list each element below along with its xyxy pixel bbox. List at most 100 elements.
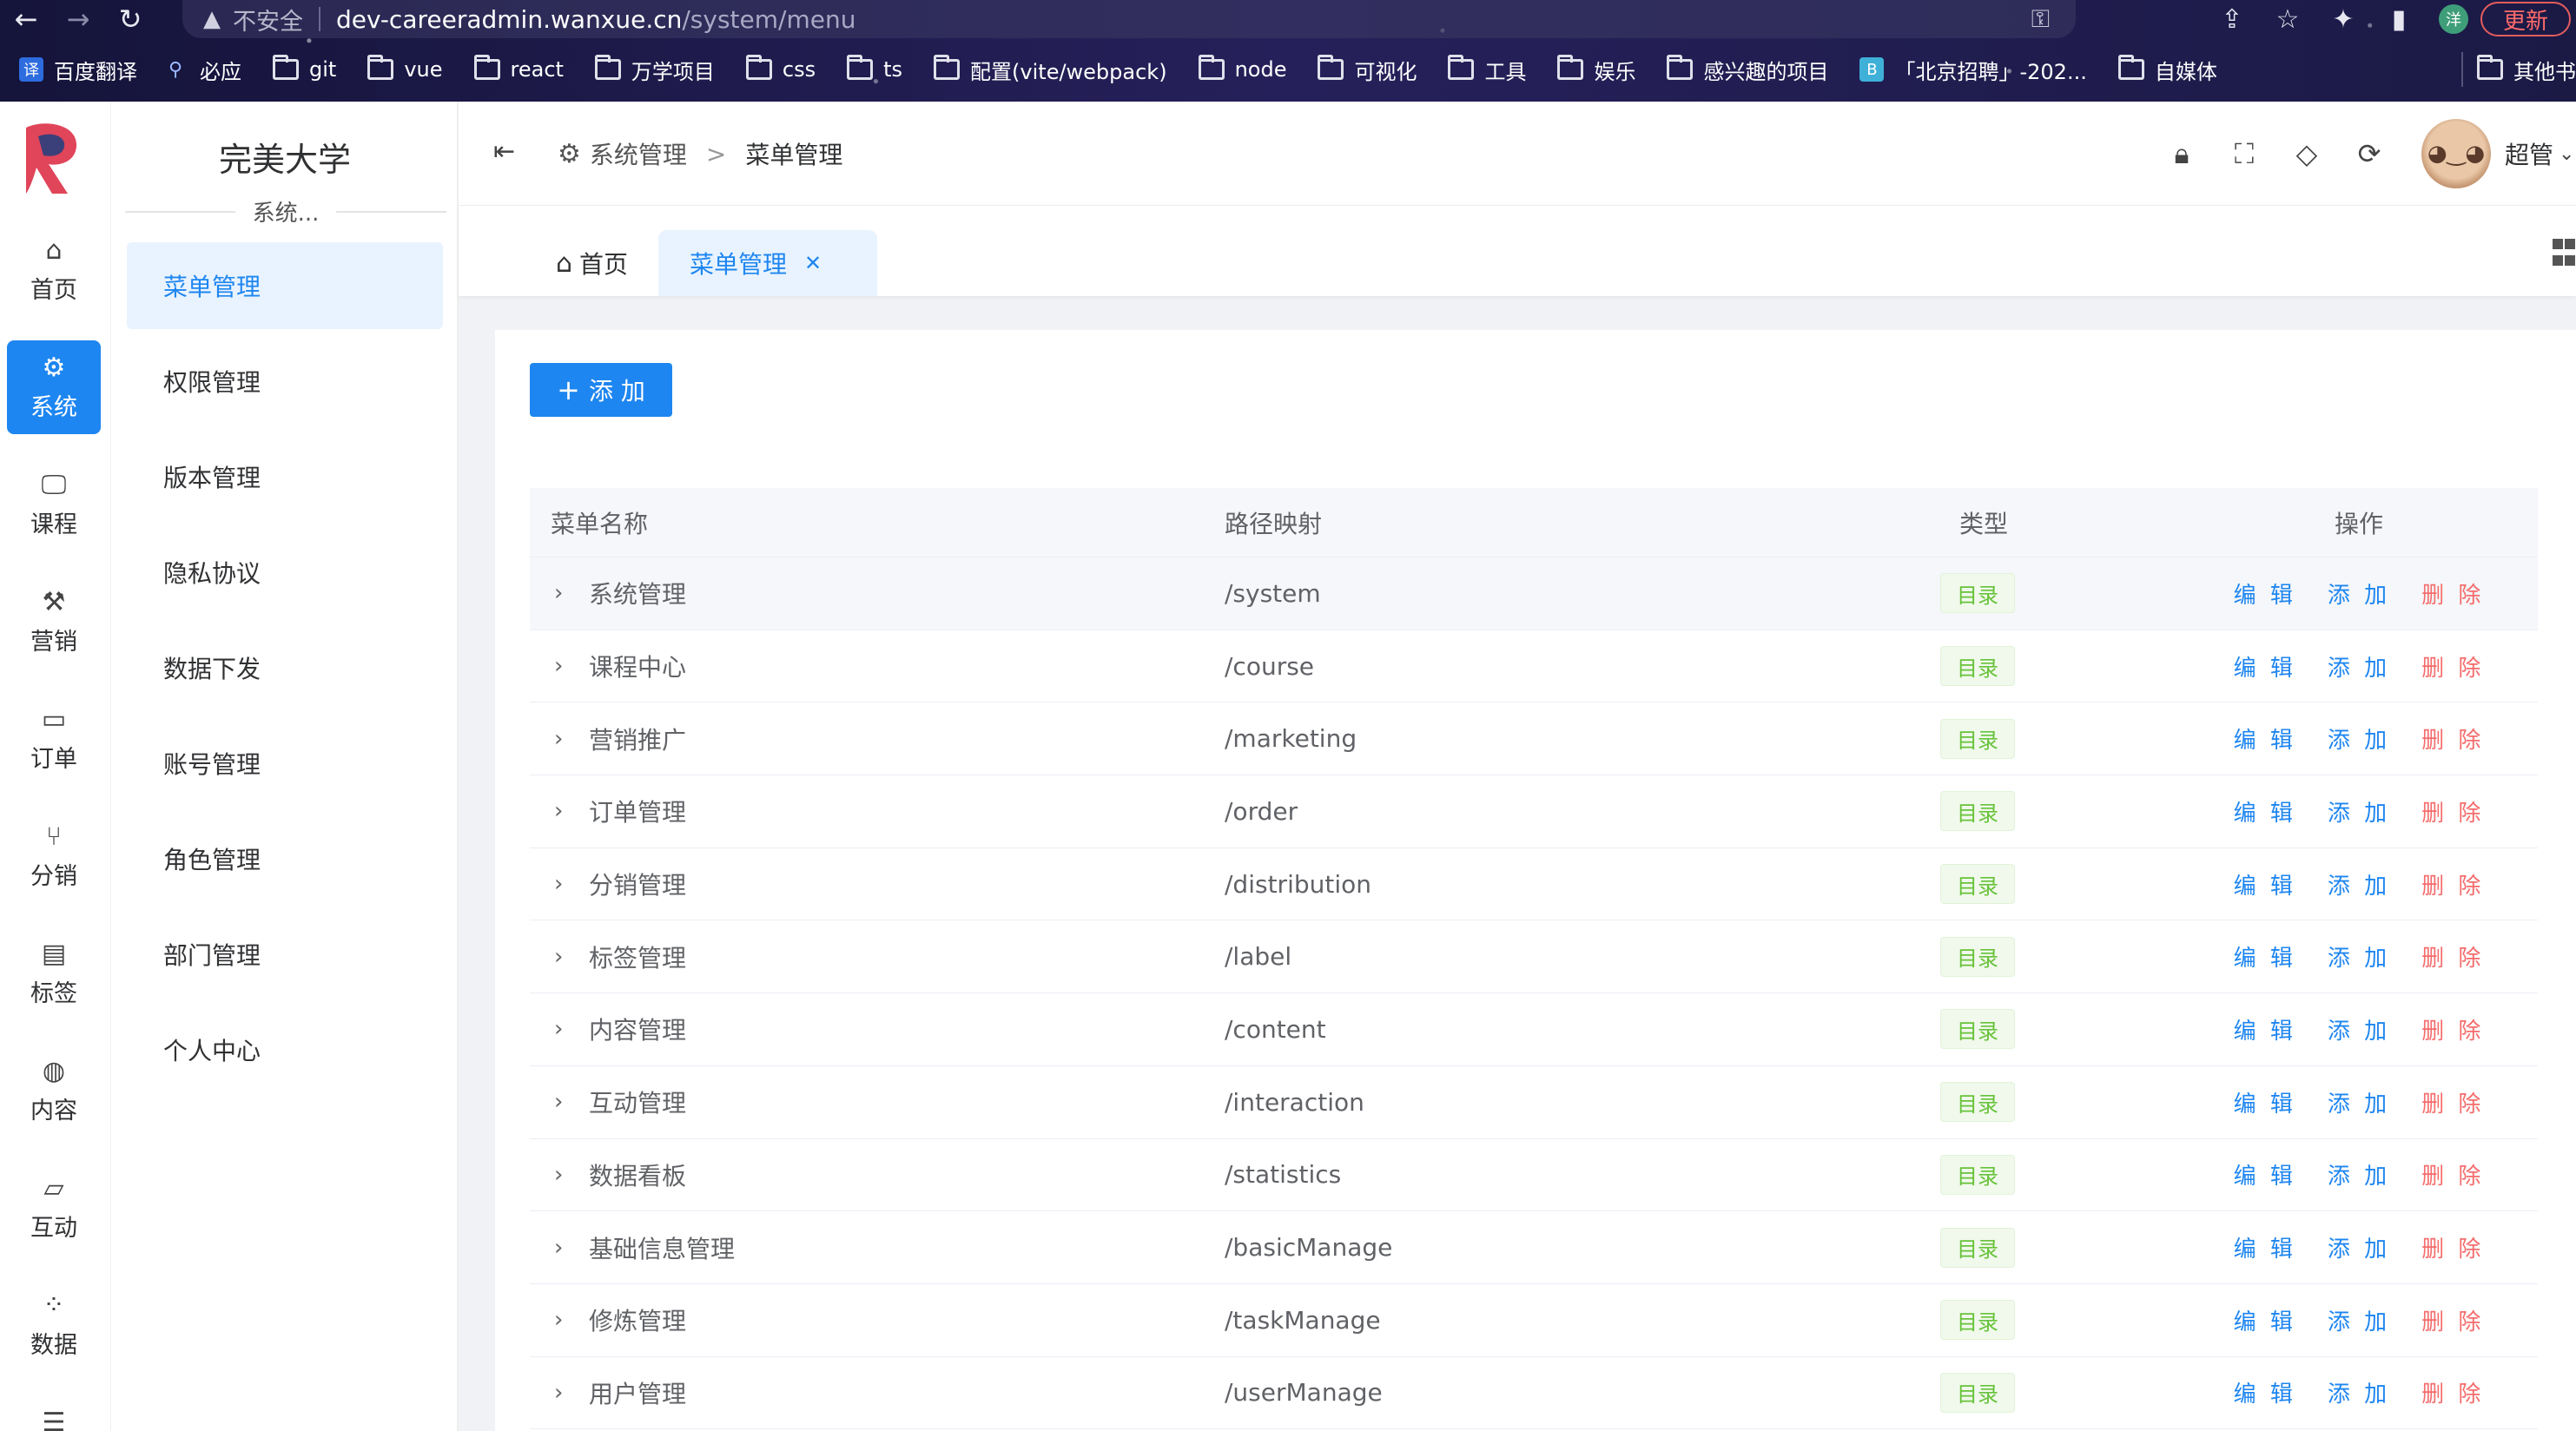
- avatar[interactable]: ◕‿◕: [2421, 119, 2491, 188]
- submenu-item[interactable]: 版本管理: [127, 433, 443, 520]
- delete-button[interactable]: 删 除: [2421, 868, 2484, 900]
- chevron-right-icon[interactable]: ›: [551, 1380, 589, 1406]
- edit-button[interactable]: 编 辑: [2234, 1231, 2296, 1263]
- bookmark-item[interactable]: ts: [847, 55, 902, 82]
- edit-button[interactable]: 编 辑: [2234, 1304, 2296, 1336]
- submenu-item[interactable]: 隐私协议: [127, 529, 443, 616]
- chevron-right-icon[interactable]: ›: [551, 871, 589, 897]
- delete-button[interactable]: 删 除: [2421, 1158, 2484, 1190]
- submenu-item[interactable]: 个人中心: [127, 1006, 443, 1093]
- submenu-item[interactable]: 部门管理: [127, 911, 443, 998]
- rail-item-home[interactable]: ⌂ 首页: [7, 223, 101, 317]
- grid-menu-icon[interactable]: [2552, 237, 2576, 267]
- bookmark-item[interactable]: react: [473, 55, 564, 82]
- delete-button[interactable]: 删 除: [2421, 722, 2484, 755]
- chevron-right-icon[interactable]: ›: [551, 1162, 589, 1188]
- bookmark-item[interactable]: vue: [367, 55, 443, 82]
- add-child-button[interactable]: 添 加: [2328, 1158, 2390, 1190]
- add-child-button[interactable]: 添 加: [2328, 1376, 2390, 1408]
- delete-button[interactable]: 删 除: [2421, 577, 2484, 610]
- add-child-button[interactable]: 添 加: [2328, 1304, 2390, 1336]
- add-child-button[interactable]: 添 加: [2328, 1086, 2390, 1118]
- chevron-right-icon[interactable]: ›: [551, 580, 589, 606]
- rail-item-monitor[interactable]: 🖵︎ 课程: [7, 458, 101, 551]
- back-arrow-icon[interactable]: ←: [0, 0, 52, 38]
- bookmark-item[interactable]: git: [273, 55, 336, 82]
- bookmark-item[interactable]: 自媒体: [2117, 55, 2217, 85]
- delete-button[interactable]: 删 除: [2421, 1376, 2484, 1408]
- rail-item-gavel[interactable]: ⚒ 营销: [7, 575, 101, 669]
- extensions-icon[interactable]: ✦: [2315, 4, 2371, 35]
- refresh-icon[interactable]: ⟳: [2338, 137, 2401, 170]
- edit-button[interactable]: 编 辑: [2234, 868, 2296, 900]
- rail-item-book[interactable]: ▤ 标签: [7, 927, 101, 1020]
- other-bookmarks[interactable]: 其他书: [2461, 52, 2576, 87]
- edit-button[interactable]: 编 辑: [2234, 650, 2296, 683]
- rail-item-gear[interactable]: ⚙ 系统: [7, 340, 101, 434]
- add-menu-button[interactable]: + 添 加: [530, 363, 672, 417]
- add-child-button[interactable]: 添 加: [2328, 1231, 2390, 1263]
- delete-button[interactable]: 删 除: [2421, 1231, 2484, 1263]
- breadcrumb-root[interactable]: 系统管理: [590, 136, 687, 171]
- share-icon[interactable]: ⇪: [2204, 4, 2260, 35]
- bookmark-item[interactable]: 译百度翻译: [19, 55, 137, 85]
- chevron-right-icon[interactable]: ›: [551, 1307, 589, 1333]
- rail-item-branch[interactable]: ⑂ 分销: [7, 809, 101, 903]
- add-child-button[interactable]: 添 加: [2328, 1013, 2390, 1045]
- delete-button[interactable]: 删 除: [2421, 940, 2484, 973]
- edit-button[interactable]: 编 辑: [2234, 795, 2296, 828]
- delete-button[interactable]: 删 除: [2421, 795, 2484, 828]
- edit-button[interactable]: 编 辑: [2234, 1086, 2296, 1118]
- reload-icon[interactable]: ↻: [104, 0, 156, 38]
- chevron-right-icon[interactable]: ›: [551, 798, 589, 824]
- add-child-button[interactable]: 添 加: [2328, 868, 2390, 900]
- clear-cache-icon[interactable]: ◇: [2275, 137, 2338, 170]
- add-child-button[interactable]: 添 加: [2328, 650, 2390, 683]
- collapse-menu-icon[interactable]: ⇤: [493, 136, 515, 167]
- key-icon[interactable]: ⚿: [2031, 4, 2050, 34]
- profile-avatar[interactable]: 洋: [2438, 4, 2468, 34]
- rail-item-globe[interactable]: ◍ 内容: [7, 1044, 101, 1138]
- submenu-item[interactable]: 权限管理: [127, 338, 443, 425]
- sidepanel-icon[interactable]: ▮: [2371, 4, 2427, 35]
- lock-icon[interactable]: 🔒︎: [2150, 137, 2213, 171]
- rail-item-list[interactable]: ☰基础: [7, 1395, 101, 1431]
- bookmark-item[interactable]: 配置(vite/webpack): [934, 55, 1167, 85]
- user-name[interactable]: 超管: [2505, 136, 2553, 171]
- edit-button[interactable]: 编 辑: [2234, 1376, 2296, 1408]
- close-icon[interactable]: ✕: [804, 251, 822, 275]
- submenu-item[interactable]: 角色管理: [127, 815, 443, 902]
- tab-menu-management[interactable]: 菜单管理 ✕: [658, 230, 877, 296]
- bookmark-item[interactable]: 万学项目: [594, 55, 715, 85]
- bookmark-item[interactable]: css: [745, 55, 816, 82]
- add-child-button[interactable]: 添 加: [2328, 577, 2390, 610]
- rail-item-grid-dots[interactable]: ⁘ 数据: [7, 1278, 101, 1372]
- add-child-button[interactable]: 添 加: [2328, 940, 2390, 973]
- bookmark-item[interactable]: 感兴趣的项目: [1667, 55, 1828, 85]
- bookmark-item[interactable]: ⚲ 必应: [168, 55, 241, 85]
- bookmark-item[interactable]: 工具: [1448, 55, 1526, 85]
- bookmark-item[interactable]: node: [1198, 55, 1286, 82]
- edit-button[interactable]: 编 辑: [2234, 1158, 2296, 1190]
- chevron-right-icon[interactable]: ›: [551, 726, 589, 752]
- star-icon[interactable]: ☆: [2260, 4, 2315, 35]
- bookmark-item[interactable]: 可视化: [1318, 55, 1417, 85]
- delete-button[interactable]: 删 除: [2421, 1013, 2484, 1045]
- submenu-item[interactable]: 菜单管理: [127, 242, 443, 329]
- chevron-down-icon[interactable]: ⌄: [2559, 143, 2576, 165]
- delete-button[interactable]: 删 除: [2421, 1086, 2484, 1118]
- forward-arrow-icon[interactable]: →: [52, 0, 104, 38]
- chevron-right-icon[interactable]: ›: [551, 1235, 589, 1261]
- edit-button[interactable]: 编 辑: [2234, 1013, 2296, 1045]
- add-child-button[interactable]: 添 加: [2328, 722, 2390, 755]
- add-child-button[interactable]: 添 加: [2328, 795, 2390, 828]
- tab-home[interactable]: ⌂ 首页: [525, 230, 659, 296]
- bookmark-item[interactable]: B 「北京招聘」-202...: [1859, 55, 2087, 85]
- edit-button[interactable]: 编 辑: [2234, 577, 2296, 610]
- rail-item-chat[interactable]: ▱ 互动: [7, 1161, 101, 1255]
- update-button[interactable]: 更新: [2480, 2, 2571, 36]
- chevron-right-icon[interactable]: ›: [551, 1089, 589, 1115]
- chevron-right-icon[interactable]: ›: [551, 1016, 589, 1042]
- address-bar[interactable]: ▲ 不安全 dev-careeradmin.wanxue.cn /system/…: [182, 0, 2076, 38]
- edit-button[interactable]: 编 辑: [2234, 940, 2296, 973]
